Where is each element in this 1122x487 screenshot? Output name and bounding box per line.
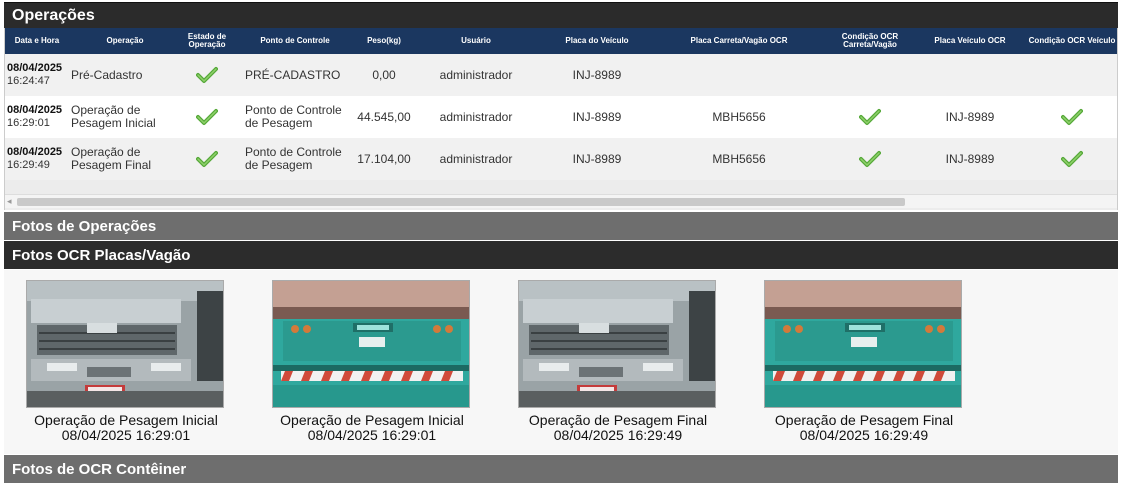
check-icon [1061, 109, 1083, 125]
col-header-placa-carreta[interactable]: Placa Carreta/Vagão OCR [653, 28, 825, 54]
photo-caption: Operação de Pesagem Final 08/04/2025 16:2… [528, 412, 708, 443]
check-icon [1061, 151, 1083, 167]
section-fotos-ocr-conteiner[interactable]: Fotos de OCR Contêiner [4, 455, 1118, 483]
cell-placa-ocr: INJ-8989 [945, 151, 995, 166]
cell-data-hora: 08/04/2025 16:29:01 [7, 104, 63, 129]
cell-cond-carreta [825, 138, 915, 180]
col-header-placa-ocr[interactable]: Placa Veículo OCR [915, 28, 1025, 54]
cell-usuario: administrador [439, 109, 513, 124]
check-icon [196, 151, 218, 167]
cell-estado [181, 138, 233, 180]
check-icon [196, 109, 218, 125]
photo-thumbnail[interactable] [518, 280, 716, 408]
section-fotos-ocr-placas[interactable]: Fotos OCR Placas/Vagão [4, 241, 1118, 269]
col-header-cond-veiculo[interactable]: Condição OCR Veículo [1025, 28, 1117, 54]
cell-ponto: Ponto de Controle de Pesagem [245, 103, 342, 130]
truck-rear-photo [765, 281, 961, 407]
scroll-left-icon[interactable]: ◂ [7, 196, 12, 207]
cell-usuario: administrador [439, 67, 513, 82]
cell-placa-veiculo: INJ-8989 [572, 151, 622, 166]
col-header-estado[interactable]: Estado de Operação [181, 28, 233, 54]
col-header-peso[interactable]: Peso(kg) [357, 28, 411, 54]
cell-estado [181, 54, 233, 96]
col-header-ponto[interactable]: Ponto de Controle [233, 28, 357, 54]
col-header-operacao[interactable]: Operação [69, 28, 181, 54]
operations-table: Data e Hora Operação Estado de Operação … [4, 28, 1118, 210]
cell-peso: 0,00 [372, 67, 396, 82]
cell-placa-ocr [915, 54, 1025, 96]
check-icon [859, 151, 881, 167]
photo-caption: Operação de Pesagem Final 08/04/2025 16:2… [774, 412, 954, 443]
panel-title-operacoes: Operações [4, 2, 1118, 28]
col-header-cond-carreta[interactable]: Condição OCR Carreta/Vagão [825, 28, 915, 54]
truck-front-photo [27, 281, 223, 407]
cell-operacao: Operação de Pesagem Inicial [71, 103, 156, 130]
cell-placa-veiculo: INJ-8989 [572, 109, 622, 124]
cell-usuario: administrador [439, 151, 513, 166]
photo-gallery: Operação de Pesagem Inicial 08/04/2025 16… [4, 270, 1118, 454]
cell-ponto: Ponto de Controle de Pesagem [245, 145, 342, 172]
table-row[interactable]: 08/04/2025 16:24:47 Pré-Cadastro PRÉ-CADAST… [5, 54, 1117, 96]
photo-thumbnail[interactable] [272, 280, 470, 408]
check-icon [196, 67, 218, 83]
cell-cond-veiculo [1025, 96, 1117, 138]
truck-front-photo [519, 281, 715, 407]
col-header-usuario[interactable]: Usuário [411, 28, 541, 54]
table-row[interactable]: 08/04/2025 16:29:49 Operação de Pesagem Fi… [5, 138, 1117, 180]
photo-caption: Operação de Pesagem Inicial 08/04/2025 16… [34, 412, 218, 443]
cell-operacao: Pré-Cadastro [71, 67, 143, 82]
cell-ponto: PRÉ-CADASTRO [245, 67, 341, 82]
truck-rear-photo [273, 281, 469, 407]
cell-cond-carreta [825, 96, 915, 138]
cell-data-hora: 08/04/2025 16:24:47 [7, 62, 63, 87]
cell-placa-carreta: MBH5656 [712, 109, 766, 124]
cell-peso: 17.104,00 [357, 151, 411, 166]
table-row[interactable]: 08/04/2025 16:29:01 Operação de Pesagem In… [5, 96, 1117, 138]
check-icon [859, 109, 881, 125]
cell-operacao: Operação de Pesagem Final [71, 145, 152, 172]
cell-estado [181, 96, 233, 138]
col-header-data-hora[interactable]: Data e Hora [5, 28, 69, 54]
section-fotos-operacoes[interactable]: Fotos de Operações [4, 212, 1118, 240]
scrollbar-thumb[interactable] [17, 198, 905, 206]
col-header-placa-veiculo[interactable]: Placa do Veículo [541, 28, 653, 54]
cell-data-hora: 08/04/2025 16:29:49 [7, 146, 63, 171]
cell-placa-carreta [653, 54, 825, 96]
table-header: Data e Hora Operação Estado de Operação … [5, 28, 1117, 54]
photo-thumbnail[interactable] [764, 280, 962, 408]
horizontal-scrollbar[interactable]: ◂ [5, 194, 1117, 208]
cell-cond-veiculo [1025, 138, 1117, 180]
photo-caption: Operação de Pesagem Inicial 08/04/2025 16… [280, 412, 464, 443]
photo-thumbnail[interactable] [26, 280, 224, 408]
cell-placa-veiculo: INJ-8989 [572, 67, 622, 82]
cell-cond-veiculo [1025, 54, 1117, 96]
cell-cond-carreta [825, 54, 915, 96]
cell-placa-ocr: INJ-8989 [945, 109, 995, 124]
cell-placa-carreta: MBH5656 [712, 151, 766, 166]
cell-peso: 44.545,00 [357, 109, 411, 124]
